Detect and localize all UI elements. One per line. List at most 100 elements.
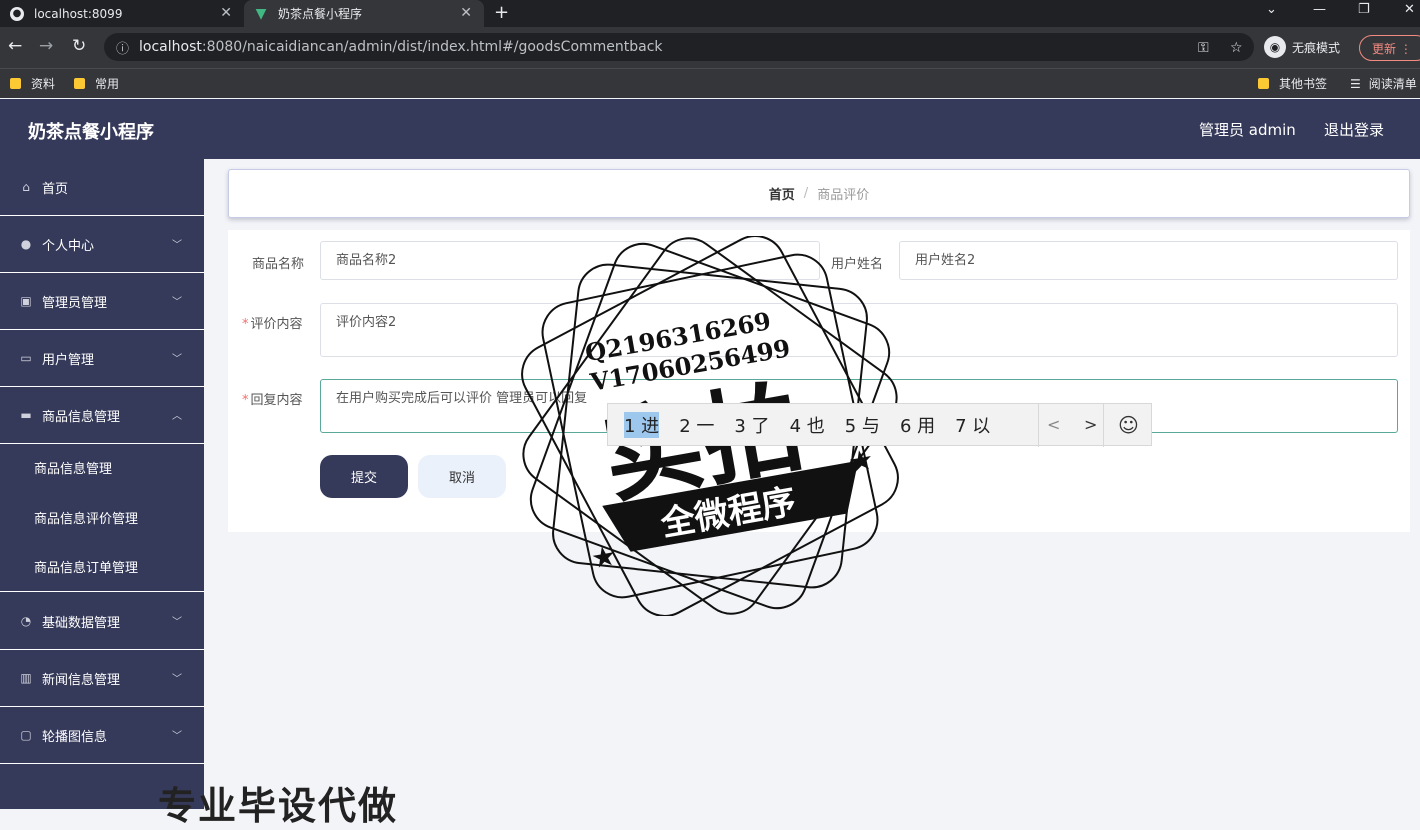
ime-candidate[interactable]: 5 与 <box>845 412 880 438</box>
update-label: 更新 <box>1372 42 1397 56</box>
sidebar-item-label: 新闻信息管理 <box>42 672 121 688</box>
folder-icon <box>10 78 21 89</box>
bookmark-label: 常用 <box>95 77 120 91</box>
user-name-input[interactable]: 用户姓名2 <box>899 241 1398 280</box>
required-mark: * <box>242 393 249 408</box>
tab-title: localhost:8099 <box>34 6 123 21</box>
tab-title: 奶茶点餐小程序 <box>278 7 363 21</box>
reload-icon[interactable]: ↻ <box>72 36 86 56</box>
star-icon: ★ <box>588 539 618 576</box>
sidebar-item-base-data[interactable]: ◔ 基础数据管理 ﹀ <box>0 593 204 650</box>
close-icon[interactable]: ✕ <box>220 5 232 21</box>
reply-label-text: 回复内容 <box>250 393 303 408</box>
sidebar-item-label: 管理员管理 <box>42 295 108 311</box>
comment-label: * 评价内容 <box>242 313 303 332</box>
sidebar-item-label: 轮播图信息 <box>42 729 108 745</box>
emoji-icon[interactable]: ☺ <box>1118 413 1139 437</box>
browser-tab-bar: ● localhost:8099 ✕ ▼ 奶茶点餐小程序 ✕ + ⌄ — ❐ ✕ <box>0 0 1420 27</box>
logout-button[interactable]: 退出登录 <box>1324 119 1384 140</box>
home-icon: ⌂ <box>22 180 30 194</box>
browser-tab-1[interactable]: ● localhost:8099 ✕ <box>0 0 244 27</box>
folder-icon <box>1258 78 1269 89</box>
update-button[interactable]: 更新 ⋮ <box>1359 35 1420 61</box>
briefcase-icon: ▬ <box>20 408 32 422</box>
ime-candidate[interactable]: 2 一 <box>679 412 714 438</box>
close-icon[interactable]: ✕ <box>460 5 472 21</box>
sidebar-item-carousel[interactable]: ▢ 轮播图信息 ﹀ <box>0 707 204 764</box>
bookmark-folder-other[interactable]: 其他书签 <box>1258 75 1327 92</box>
sidebar-item-news[interactable]: ▥ 新闻信息管理 ﹀ <box>0 650 204 707</box>
sidebar-item-home[interactable]: ⌂ 首页 <box>0 159 204 216</box>
breadcrumb: 首页 / 商品评价 <box>228 169 1410 218</box>
reading-list[interactable]: ☰ 阅读清单 <box>1350 75 1417 92</box>
sidebar-subitem-label: 商品信息管理 <box>34 461 113 477</box>
ime-candidate[interactable]: 4 也 <box>790 412 825 438</box>
chevron-down-icon: ﹀ <box>172 617 182 628</box>
chevron-down-icon: ﹀ <box>172 354 182 365</box>
sidebar-item-admins[interactable]: ▣ 管理员管理 ﹀ <box>0 273 204 330</box>
submit-button[interactable]: 提交 <box>320 455 408 498</box>
ime-prev-icon[interactable]: < <box>1047 415 1060 434</box>
bookmark-folder[interactable]: 常用 <box>74 75 119 92</box>
user-icon: ● <box>20 237 32 251</box>
sidebar-item-label: 用户管理 <box>42 352 95 368</box>
breadcrumb-home[interactable]: 首页 <box>769 184 795 203</box>
bottom-watermark: 专业毕设代做 <box>158 784 399 828</box>
sidebar-item-label: 首页 <box>42 181 69 197</box>
bookmark-label: 阅读清单 <box>1368 77 1417 91</box>
id-card-icon: ▭ <box>20 351 32 365</box>
ime-candidate[interactable]: 3 了 <box>734 412 769 438</box>
comment-label-text: 评价内容 <box>250 317 303 332</box>
incognito-icon: ◉ <box>1264 36 1286 58</box>
minimize-icon[interactable]: — <box>1313 2 1326 17</box>
bookmark-folder[interactable]: 资料 <box>10 75 55 92</box>
restore-icon[interactable]: ❐ <box>1358 2 1370 17</box>
globe-icon: ● <box>10 6 24 21</box>
sidebar: ⌂ 首页 ● 个人中心 ﹀ ▣ 管理员管理 ﹀ ▭ 用户管理 ﹀ ▬ 商品信息管理 ︿ 商… <box>0 159 204 809</box>
url-input[interactable]: ⓘ localhost:8080/naicaidiancan/admin/dis… <box>104 33 1254 61</box>
app-header: 奶茶点餐小程序 管理员 admin 退出登录 <box>0 99 1420 159</box>
incognito-indicator[interactable]: ◉ 无痕模式 <box>1264 35 1340 59</box>
sidebar-item-profile[interactable]: ● 个人中心 ﹀ <box>0 216 204 273</box>
window-close-icon[interactable]: ✕ <box>1404 2 1415 17</box>
sidebar-item-label: 商品信息管理 <box>42 409 121 425</box>
vue-logo-icon: ▼ <box>255 5 267 22</box>
book-icon: ▥ <box>20 671 32 685</box>
cancel-button[interactable]: 取消 <box>418 455 506 498</box>
ime-divider <box>1038 404 1039 447</box>
back-icon[interactable]: ← <box>8 36 22 56</box>
ime-candidate[interactable]: 6 用 <box>900 412 935 438</box>
ime-next-icon[interactable]: > <box>1084 415 1097 434</box>
reply-label: * 回复内容 <box>242 389 303 408</box>
star-icon: ★ <box>846 442 876 479</box>
sidebar-subitem-goods-info[interactable]: 商品信息管理 <box>0 442 204 492</box>
info-icon: ⓘ <box>116 41 130 57</box>
ime-candidate[interactable]: 1 进 <box>624 411 660 438</box>
ime-candidate-bar: 1 进 2 一 3 了 4 也 5 与 6 用 7 以 < > ☺ <box>607 403 1152 447</box>
chevron-down-icon[interactable]: ⌄ <box>1266 2 1277 17</box>
url-host: localhost <box>139 39 202 55</box>
sidebar-subitem-label: 商品信息订单管理 <box>34 561 139 576</box>
forward-icon[interactable]: → <box>39 36 53 56</box>
ime-candidate[interactable]: 7 以 <box>955 412 990 438</box>
bookmark-label: 资料 <box>31 77 56 91</box>
folder-icon <box>74 78 85 89</box>
new-tab-icon[interactable]: + <box>494 2 509 23</box>
chat-icon: ▢ <box>20 728 32 742</box>
sidebar-item-users[interactable]: ▭ 用户管理 ﹀ <box>0 330 204 387</box>
sidebar-subitem-goods-comment[interactable]: 商品信息评价管理 <box>0 492 204 542</box>
clipboard-icon: ▣ <box>20 294 32 308</box>
breadcrumb-current: 商品评价 <box>817 188 870 203</box>
bookmarks-bar: 资料 常用 其他书签 ☰ 阅读清单 <box>0 68 1420 98</box>
breadcrumb-separator: / <box>803 186 809 201</box>
ime-divider <box>1103 404 1104 447</box>
chevron-down-icon: ﹀ <box>172 240 182 251</box>
chevron-down-icon: ﹀ <box>172 731 182 742</box>
star-icon[interactable]: ☆ <box>1230 40 1243 56</box>
app-title: 奶茶点餐小程序 <box>28 122 154 143</box>
key-icon[interactable]: ⚿ <box>1198 40 1209 56</box>
sidebar-subitem-goods-order[interactable]: 商品信息订单管理 <box>0 542 204 592</box>
browser-tab-2[interactable]: ▼ 奶茶点餐小程序 ✕ <box>244 0 484 27</box>
sidebar-item-goods[interactable]: ▬ 商品信息管理 ︿ <box>0 387 204 444</box>
sidebar-item-label: 个人中心 <box>42 238 95 254</box>
